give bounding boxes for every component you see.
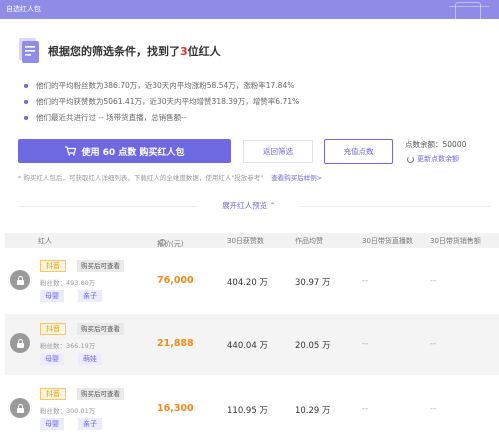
col-live30: 30日带货直播数 — [362, 237, 413, 245]
stat-live: 他们最近共进行过 -- 场带货直播，总销售额-- — [24, 110, 299, 126]
avatar — [10, 270, 30, 290]
avg-likes-value: 10.29 万 — [295, 406, 331, 416]
result-count: 3 — [180, 45, 188, 58]
summary-stats: 他们的平均粉丝数为386.70万，近30天内平均涨粉58.54万，涨粉率17.8… — [24, 78, 299, 126]
view-sample-link[interactable]: 查看购买后样例> — [271, 174, 322, 182]
lock-icon — [16, 338, 24, 348]
table-row[interactable]: 抖音 购买后可查看 粉丝数：366.19万 母婴 萌娃 21,888 440.0… — [5, 314, 499, 375]
live30-value: -- — [362, 404, 369, 414]
table-row[interactable]: 抖音 购买后可查看 粉丝数：300.01万 母婴 亲子 16,300 110.9… — [5, 379, 499, 440]
use-points-buy-label: 使用 60 点数 购买红人包 — [81, 147, 185, 158]
recharge-points-button[interactable]: 充值点数 — [324, 139, 393, 164]
info-icon[interactable]: i — [159, 239, 166, 246]
ribbon-decoration — [449, 6, 489, 10]
fans-count: 粉丝数：366.19万 — [40, 342, 96, 350]
fans-count: 粉丝数：493.80万 — [40, 279, 96, 287]
category-tag: 亲子 — [78, 290, 102, 302]
platform-tag: 抖音 — [40, 388, 66, 400]
avatar — [10, 398, 30, 418]
price-value: 16,300 — [157, 403, 194, 414]
purchase-note-text: * 购买红人包后，可获取红人详细列表，下载红人的全维度数据，使用红人"投放参考" — [18, 174, 264, 182]
col-influencer: 红人 — [38, 237, 52, 245]
result-title-prefix: 根据您的筛选条件，找到了 — [48, 45, 180, 58]
locked-name-badge: 购买后可查看 — [77, 260, 124, 272]
likes30-value: 440.04 万 — [227, 341, 268, 351]
stat-likes: 他们的平均获赞数为5061.41万，近30天内平均增赞318.39万，增赞率6.… — [24, 94, 299, 110]
back-to-filter-button[interactable]: 返回筛选 — [243, 140, 313, 163]
window-title-bar: 自选红人包 — [0, 0, 499, 19]
col-avg-likes: 作品均赞 — [295, 237, 323, 245]
result-title: 根据您的筛选条件，找到了3位红人 — [48, 43, 221, 59]
cart-icon — [64, 146, 76, 156]
divider-left — [18, 206, 198, 207]
avg-likes-value: 30.97 万 — [295, 278, 331, 288]
locked-name-badge: 购买后可查看 — [77, 323, 124, 335]
lock-icon — [16, 403, 24, 413]
window-title: 自选红人包 — [6, 5, 41, 13]
sales30-value: -- — [430, 339, 437, 349]
fans-count: 粉丝数：300.01万 — [40, 407, 96, 415]
category-tag: 母婴 — [40, 290, 64, 302]
category-tag: 母婴 — [40, 418, 64, 430]
locked-name-badge: 购买后可查看 — [77, 388, 124, 400]
col-likes30: 30日获赞数 — [227, 237, 264, 245]
avatar — [10, 333, 30, 353]
gift-decoration-icon — [455, 2, 481, 19]
expand-preview-toggle[interactable]: 展开红人预览 ⌃ — [205, 200, 293, 211]
category-tag: 萌娃 — [78, 353, 102, 365]
points-balance: 点数余额：50000 — [405, 140, 467, 149]
price-value: 76,000 — [157, 275, 194, 286]
divider-right — [300, 206, 490, 207]
live30-value: -- — [362, 276, 369, 286]
price-value: 21,888 — [157, 338, 194, 349]
stat-fans: 他们的平均粉丝数为386.70万，近30天内平均涨粉58.54万，涨粉率17.8… — [24, 78, 299, 94]
refresh-balance-link[interactable]: 更新点数余额 — [407, 154, 459, 164]
table-header: 红人 报价(元) i 30日获赞数 作品均赞 30日带货直播数 30日带货销售额 — [5, 233, 499, 248]
purchase-note: * 购买红人包后，可获取红人详细列表，下载红人的全维度数据，使用红人"投放参考"… — [18, 172, 322, 182]
category-tag: 亲子 — [78, 418, 102, 430]
sales30-value: -- — [430, 276, 437, 286]
sales30-value: -- — [430, 404, 437, 414]
likes30-value: 110.95 万 — [227, 406, 268, 416]
document-icon — [19, 38, 39, 63]
category-tag: 母婴 — [40, 353, 64, 365]
result-title-suffix: 位红人 — [187, 45, 221, 58]
likes30-value: 404.20 万 — [227, 278, 268, 288]
lock-icon — [16, 275, 24, 285]
platform-tag: 抖音 — [40, 323, 66, 335]
refresh-balance-label: 更新点数余额 — [417, 155, 459, 163]
platform-tag: 抖音 — [40, 260, 66, 272]
table-row[interactable]: 抖音 购买后可查看 粉丝数：493.80万 母婴 亲子 76,000 404.2… — [5, 251, 499, 312]
col-sales30: 30日带货销售额 — [430, 237, 481, 245]
result-header: 根据您的筛选条件，找到了3位红人 — [18, 37, 488, 67]
use-points-buy-button[interactable]: 使用 60 点数 购买红人包 — [18, 139, 231, 163]
live30-value: -- — [362, 339, 369, 349]
avg-likes-value: 20.05 万 — [295, 341, 331, 351]
refresh-icon — [407, 155, 414, 163]
